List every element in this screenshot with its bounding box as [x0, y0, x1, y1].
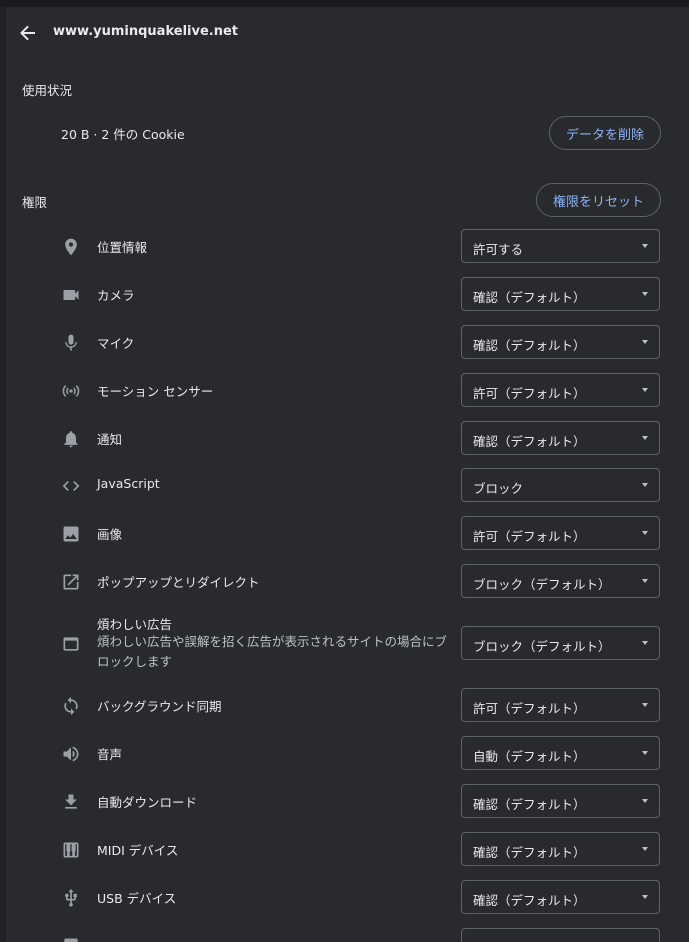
arrow-back-icon — [20, 25, 35, 41]
dropdown-caret-icon — [642, 579, 648, 583]
permission-select-sound[interactable]: 自動（デフォルト） — [461, 736, 660, 770]
piano-icon — [61, 840, 81, 860]
permission-label: バックグラウンド同期 — [97, 699, 222, 714]
window-top-strip — [0, 0, 689, 7]
permission-select-midi[interactable]: 確認（デフォルト） — [461, 832, 660, 866]
permission-row-popups: ポップアップとリダイレクト ブロック（デフォルト） — [6, 564, 689, 600]
download-icon — [61, 792, 81, 812]
permission-row-ads: 煩わしい広告 煩わしい広告や誤解を招く広告が表示されるサイトの場合にブロックしま… — [6, 612, 689, 676]
select-value: 許可（デフォルト） — [473, 386, 586, 401]
select-value: 許可（デフォルト） — [473, 529, 586, 544]
back-button[interactable] — [14, 19, 42, 47]
permission-select-popups[interactable]: ブロック（デフォルト） — [461, 564, 660, 598]
permission-label: ポップアップとリダイレクト — [97, 575, 260, 590]
dropdown-caret-icon — [642, 244, 648, 248]
dropdown-caret-icon — [642, 847, 648, 851]
dropdown-caret-icon — [642, 292, 648, 296]
permission-row-partial — [6, 928, 689, 942]
select-value: 自動（デフォルト） — [473, 749, 586, 764]
permission-label: カメラ — [97, 288, 135, 303]
select-value: 確認（デフォルト） — [473, 338, 586, 353]
open-in-new-icon — [61, 572, 81, 592]
select-value: 許可する — [473, 242, 524, 257]
permission-row-usb: USB デバイス 確認（デフォルト） — [6, 880, 689, 916]
dropdown-caret-icon — [642, 641, 648, 645]
site-url-title: www.yuminquakelive.net — [53, 24, 238, 39]
permission-description: 煩わしい広告や誤解を招く広告が表示されるサイトの場合にブロックします — [97, 634, 448, 669]
permission-label: マイク — [97, 336, 135, 351]
dropdown-caret-icon — [642, 751, 648, 755]
select-value: 確認（デフォルト） — [473, 797, 586, 812]
permission-select-javascript[interactable]: ブロック — [461, 468, 660, 502]
permission-label: 自動ダウンロード — [97, 795, 198, 810]
usage-summary: 20 B · 2 件の Cookie — [61, 127, 185, 142]
permission-row-midi: MIDI デバイス 確認（デフォルト） — [6, 832, 689, 868]
select-value: 確認（デフォルト） — [473, 290, 586, 305]
permission-row-notifications: 通知 確認（デフォルト） — [6, 421, 689, 457]
permission-row-camera: カメラ 確認（デフォルト） — [6, 277, 689, 313]
permission-row-downloads: 自動ダウンロード 確認（デフォルト） — [6, 784, 689, 820]
dropdown-caret-icon — [642, 703, 648, 707]
select-value: ブロック（デフォルト） — [473, 639, 611, 654]
permission-row-images: 画像 許可（デフォルト） — [6, 516, 689, 552]
code-icon — [61, 476, 81, 496]
permission-select-camera[interactable]: 確認（デフォルト） — [461, 277, 660, 311]
permission-select-images[interactable]: 許可（デフォルト） — [461, 516, 660, 550]
permission-label: JavaScript — [97, 476, 160, 491]
permissions-section-label: 権限 — [22, 195, 48, 210]
permission-label: 通知 — [97, 432, 123, 447]
dropdown-caret-icon — [642, 895, 648, 899]
permission-select-usb[interactable]: 確認（デフォルト） — [461, 880, 660, 914]
permission-select-motion-sensors[interactable]: 許可（デフォルト） — [461, 373, 660, 407]
microphone-icon — [61, 333, 81, 353]
permission-label: 煩わしい広告 — [97, 617, 173, 632]
permission-row-sound: 音声 自動（デフォルト） — [6, 736, 689, 772]
bell-icon — [61, 429, 81, 449]
partial-row-icon — [61, 936, 81, 942]
dropdown-caret-icon — [642, 483, 648, 487]
select-value: ブロック — [473, 481, 524, 496]
permission-row-location: 位置情報 許可する — [6, 229, 689, 265]
permission-row-microphone: マイク 確認（デフォルト） — [6, 325, 689, 361]
select-value: 確認（デフォルト） — [473, 893, 586, 908]
permission-label: USB デバイス — [97, 891, 177, 906]
permission-select-notifications[interactable]: 確認（デフォルト） — [461, 421, 660, 455]
dropdown-caret-icon — [642, 799, 648, 803]
permission-select-microphone[interactable]: 確認（デフォルト） — [461, 325, 660, 359]
permission-select-downloads[interactable]: 確認（デフォルト） — [461, 784, 660, 818]
dropdown-caret-icon — [642, 531, 648, 535]
permission-row-background-sync: バックグラウンド同期 許可（デフォルト） — [6, 688, 689, 724]
reset-permissions-button[interactable]: 権限をリセット — [536, 183, 661, 217]
speaker-icon — [61, 744, 81, 764]
camera-icon — [61, 285, 81, 305]
usage-section-label: 使用状況 — [22, 83, 73, 98]
select-value: 確認（デフォルト） — [473, 845, 586, 860]
site-settings-page: www.yuminquakelive.net 使用状況 20 B · 2 件の … — [6, 7, 689, 942]
select-value: ブロック（デフォルト） — [473, 577, 611, 592]
motion-sensor-icon — [61, 381, 81, 401]
clear-data-button[interactable]: データを削除 — [549, 116, 661, 150]
permission-label: 画像 — [97, 527, 123, 542]
location-pin-icon — [61, 237, 81, 257]
permission-select-background-sync[interactable]: 許可（デフォルト） — [461, 688, 660, 722]
permission-row-javascript: JavaScript ブロック — [6, 468, 689, 504]
permission-label: MIDI デバイス — [97, 843, 179, 858]
permission-row-motion-sensors: モーション センサー 許可（デフォルト） — [6, 373, 689, 409]
ad-window-icon — [61, 634, 81, 654]
permission-label: モーション センサー — [97, 384, 214, 399]
dropdown-caret-icon — [642, 340, 648, 344]
dropdown-caret-icon — [642, 436, 648, 440]
permission-select-partial[interactable] — [461, 928, 660, 942]
usb-icon — [61, 888, 81, 908]
permission-select-ads[interactable]: ブロック（デフォルト） — [461, 626, 660, 660]
image-icon — [61, 524, 81, 544]
select-value: 許可（デフォルト） — [473, 701, 586, 716]
sync-icon — [61, 696, 81, 716]
permission-label: 音声 — [97, 747, 123, 762]
page-header: www.yuminquakelive.net — [6, 7, 689, 59]
select-value: 確認（デフォルト） — [473, 434, 586, 449]
permission-label: 位置情報 — [97, 240, 148, 255]
permission-select-location[interactable]: 許可する — [461, 229, 660, 263]
dropdown-caret-icon — [642, 388, 648, 392]
